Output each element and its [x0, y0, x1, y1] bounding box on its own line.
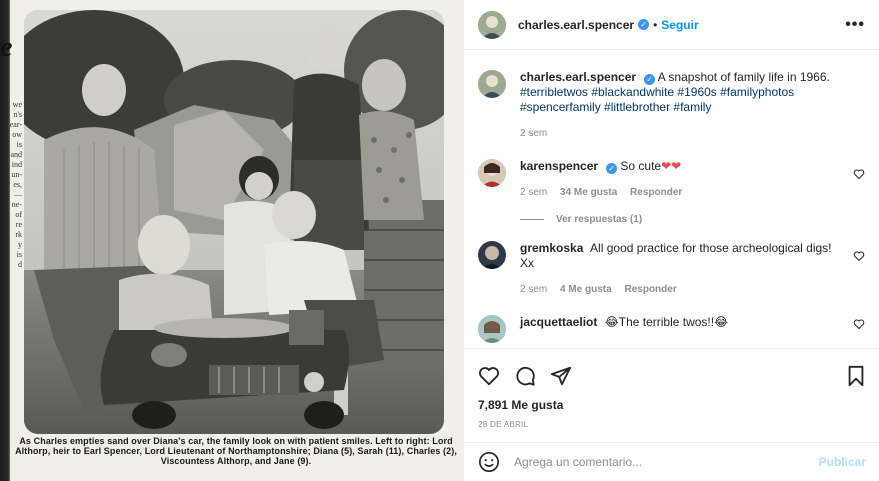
likes-count[interactable]: 7,891 Me gusta: [464, 391, 879, 412]
author-avatar[interactable]: [478, 10, 506, 39]
comment-bubble-icon[interactable]: [514, 365, 536, 387]
comment-input[interactable]: [514, 455, 819, 469]
comment-username[interactable]: gremkoska: [520, 241, 583, 255]
laughing-emoji: 😂: [604, 315, 619, 329]
clipping-heading-fragment: e: [0, 32, 13, 63]
caption-text: A snapshot of family life in 1966.: [657, 70, 830, 84]
comment-item: gremkoska All good practice for those ar…: [478, 241, 865, 297]
publish-button[interactable]: Publicar: [819, 455, 866, 469]
post-header: charles.earl.spencer ✓ • Seguir •••: [464, 0, 879, 50]
comment-likes[interactable]: 34 Me gusta: [560, 187, 617, 198]
comment-username[interactable]: karenspencer: [520, 159, 598, 173]
post-detail-panel: charles.earl.spencer ✓ • Seguir ••• char…: [463, 0, 879, 481]
like-heart-icon[interactable]: [478, 365, 500, 387]
comment-username[interactable]: jacquettaeliot: [520, 315, 597, 329]
view-replies-button[interactable]: Ver respuestas (1): [520, 214, 865, 225]
comment-item: jacquettaeliot 😂The terrible twos!!😂: [478, 315, 865, 343]
like-comment-heart-icon[interactable]: [853, 318, 865, 330]
follow-button[interactable]: Seguir: [661, 18, 698, 32]
caption-username[interactable]: charles.earl.spencer: [520, 70, 636, 84]
comment-text: The terrible twos!!: [618, 315, 715, 329]
commenter-avatar[interactable]: [478, 241, 506, 269]
comment-text: So cute: [620, 159, 662, 173]
family-photo: [24, 10, 444, 434]
comment-age[interactable]: 2 sem: [520, 284, 547, 295]
replies-divider: [520, 219, 544, 220]
caption-hashtags[interactable]: #terribletwos #blackandwhite #1960s #fam…: [520, 85, 794, 114]
author-avatar[interactable]: [478, 70, 506, 98]
reply-button[interactable]: Responder: [624, 284, 676, 295]
author-username[interactable]: charles.earl.spencer: [518, 18, 634, 32]
red-heart-emoji: ❤❤: [661, 159, 682, 173]
comment-likes[interactable]: 4 Me gusta: [560, 284, 612, 295]
like-comment-heart-icon[interactable]: [853, 250, 865, 262]
comment-item: karenspencer ✓ So cute❤❤ 2 sem 34 Me gust…: [478, 159, 865, 200]
clipping-side-text: we n's ear- ow is and ind un- es, — ne- …: [9, 100, 22, 269]
save-bookmark-icon[interactable]: [846, 365, 866, 387]
post-photo[interactable]: e we n's ear- ow is and ind un- es, — ne…: [0, 0, 463, 481]
post-date[interactable]: 28 DE ABRIL: [464, 412, 879, 429]
clipping-caption: As Charles empties sand over Diana's car…: [15, 436, 457, 466]
comment-composer: Publicar: [464, 442, 879, 481]
verified-badge-icon: ✓: [638, 19, 650, 30]
reply-button[interactable]: Responder: [630, 187, 682, 198]
action-bar: [464, 349, 879, 391]
emoji-smiley-icon[interactable]: [478, 451, 500, 473]
more-horizontal-icon[interactable]: •••: [845, 16, 865, 34]
separator-dot: •: [653, 17, 658, 32]
share-paper-plane-icon[interactable]: [550, 365, 572, 387]
view-replies-label: Ver respuestas (1): [556, 214, 643, 225]
caption-age[interactable]: 2 sem: [520, 128, 547, 139]
like-comment-heart-icon[interactable]: [853, 168, 865, 180]
comment-age[interactable]: 2 sem: [520, 187, 547, 198]
laughing-emoji: 😂: [714, 315, 729, 329]
verified-badge-icon: ✓: [644, 74, 656, 85]
post-actions: 7,891 Me gusta 28 DE ABRIL: [464, 348, 879, 429]
commenter-avatar[interactable]: [478, 159, 506, 187]
commenter-avatar[interactable]: [478, 315, 506, 343]
post-caption: charles.earl.spencer ✓ A snapshot of fami…: [478, 70, 865, 141]
verified-badge-icon: ✓: [606, 163, 618, 174]
comments-list[interactable]: charles.earl.spencer ✓ A snapshot of fami…: [464, 50, 879, 348]
